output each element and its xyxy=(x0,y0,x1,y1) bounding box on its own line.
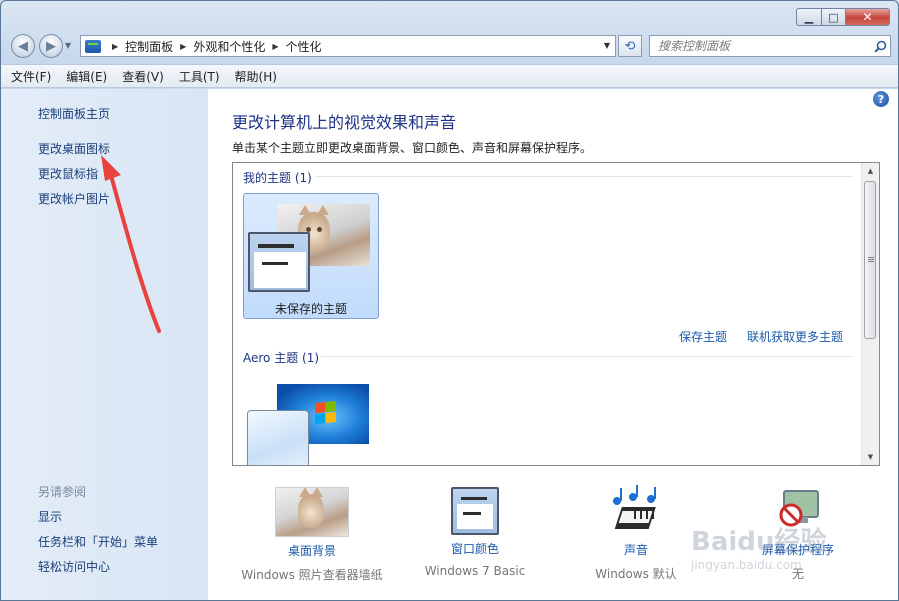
see-also-display-link[interactable]: 显示 xyxy=(38,508,62,525)
theme-list: 我的主题 (1) 未保存的主题 保存主题 联机获取更多主题 Aero 主题 (1… xyxy=(232,162,880,466)
theme-name: 未保存的主题 xyxy=(274,302,347,316)
menu-file[interactable]: 文件(F) xyxy=(11,68,51,85)
menu-help[interactable]: 帮助(H) xyxy=(235,68,277,85)
menu-tools[interactable]: 工具(T) xyxy=(179,68,220,85)
help-icon[interactable]: ? xyxy=(873,91,889,107)
aero-themes-group-header[interactable]: Aero 主题 (1) xyxy=(243,349,319,366)
desktop-background-icon xyxy=(275,487,349,537)
scroll-down-icon[interactable]: ▼ xyxy=(862,449,879,464)
theme-tile-unsaved[interactable]: 未保存的主题 xyxy=(243,193,379,319)
breadcrumb-personalization[interactable]: 个性化 xyxy=(286,38,322,55)
control-panel-home-link[interactable]: 控制面板主页 xyxy=(38,105,110,122)
back-arrow-icon: ◀ xyxy=(18,38,28,54)
control-panel-icon xyxy=(85,39,101,53)
scroll-thumb[interactable] xyxy=(864,181,876,339)
breadcrumb-appearance[interactable]: 外观和个性化 xyxy=(193,38,265,55)
window-color-icon xyxy=(451,487,499,535)
option-label[interactable]: 声音 xyxy=(578,541,694,558)
maximize-button[interactable]: □ xyxy=(822,8,846,26)
close-button[interactable]: ✕ xyxy=(846,8,890,26)
left-navigation-pane: 控制面板主页 更改桌面图标 更改鼠标指 更改帐户图片 另请参阅 显示 任务栏和「… xyxy=(1,89,208,600)
theme-list-scrollbar[interactable]: ▲ ▼ xyxy=(861,163,879,465)
forward-arrow-icon: ▶ xyxy=(46,38,56,54)
see-also-taskbar-link[interactable]: 任务栏和「开始」菜单 xyxy=(38,533,158,550)
baidu-watermark: Baidu经验 jingyan.baidu.com xyxy=(691,521,826,572)
caption-buttons: ▁ □ ✕ xyxy=(796,8,890,26)
back-button[interactable]: ◀ xyxy=(11,34,35,58)
group-divider xyxy=(321,356,853,357)
see-also-heading: 另请参阅 xyxy=(38,485,87,499)
option-value: Windows 默认 xyxy=(595,567,677,581)
change-desktop-icons-link[interactable]: 更改桌面图标 xyxy=(38,140,110,157)
my-themes-group-header[interactable]: 我的主题 (1) xyxy=(243,169,312,186)
save-theme-link[interactable]: 保存主题 xyxy=(679,328,727,345)
search-input[interactable] xyxy=(650,38,870,54)
option-label[interactable]: 桌面背景 xyxy=(236,542,388,559)
search-icon[interactable] xyxy=(870,40,890,53)
address-bar[interactable]: ▶ 控制面板 ▶ 外观和个性化 ▶ 个性化 ▼ xyxy=(80,35,616,57)
sounds-icon xyxy=(578,485,694,540)
address-dropdown-icon[interactable]: ▼ xyxy=(604,41,610,50)
change-mouse-pointers-link[interactable]: 更改鼠标指 xyxy=(38,165,98,182)
menu-edit[interactable]: 编辑(E) xyxy=(66,68,107,85)
desktop-background-option[interactable]: 桌面背景 Windows 照片查看器墙纸 xyxy=(236,487,388,583)
see-also-ease-of-access-link[interactable]: 轻松访问中心 xyxy=(38,558,110,575)
explorer-window: ▁ □ ✕ ◀ ▶ ▼ ▶ 控制面板 ▶ 外观和个性化 ▶ 个性化 ▼ ⟲ 文件… xyxy=(0,0,899,601)
group-divider xyxy=(315,176,853,177)
forward-button[interactable]: ▶ xyxy=(39,34,63,58)
menu-bar: 文件(F) 编辑(E) 查看(V) 工具(T) 帮助(H) xyxy=(1,64,898,88)
breadcrumb-separator[interactable]: ▶ xyxy=(112,42,118,51)
option-value: Windows 照片查看器墙纸 xyxy=(241,568,383,582)
scroll-up-icon[interactable]: ▲ xyxy=(862,163,879,178)
aero-window-color-thumbnail[interactable] xyxy=(247,410,309,465)
minimize-button[interactable]: ▁ xyxy=(796,8,822,26)
refresh-button[interactable]: ⟲ xyxy=(618,35,642,57)
windows-logo-icon xyxy=(315,400,337,425)
breadcrumb-separator[interactable]: ▶ xyxy=(180,42,186,51)
sounds-option[interactable]: 声音 Windows 默认 xyxy=(578,485,694,582)
page-title: 更改计算机上的视觉效果和声音 xyxy=(232,113,457,132)
option-label[interactable]: 窗口颜色 xyxy=(408,540,542,557)
search-box xyxy=(649,35,891,57)
refresh-icon: ⟲ xyxy=(624,38,636,54)
page-subtitle: 单击某个主题立即更改桌面背景、窗口颜色、声音和屏幕保护程序。 xyxy=(232,141,593,155)
window-color-thumbnail xyxy=(248,232,310,292)
watermark-url: jingyan.baidu.com xyxy=(691,558,802,572)
option-value: Windows 7 Basic xyxy=(424,564,526,578)
breadcrumb-separator[interactable]: ▶ xyxy=(272,42,278,51)
breadcrumb-control-panel[interactable]: 控制面板 xyxy=(125,38,173,55)
change-account-picture-link[interactable]: 更改帐户图片 xyxy=(38,190,110,207)
window-color-option[interactable]: 窗口颜色 Windows 7 Basic xyxy=(408,487,542,578)
menu-view[interactable]: 查看(V) xyxy=(122,68,164,85)
get-more-themes-link[interactable]: 联机获取更多主题 xyxy=(747,328,843,345)
recent-pages-dropdown[interactable]: ▼ xyxy=(65,41,71,50)
watermark-brand: Baidu经验 xyxy=(691,527,827,557)
